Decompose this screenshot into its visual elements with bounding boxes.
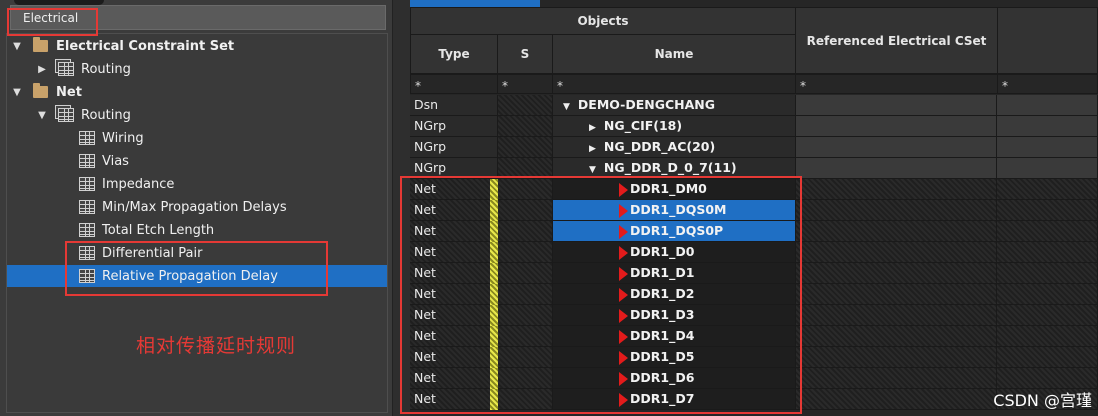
name-cell[interactable]: ▶ NG_DDR_AC(20) [553, 137, 796, 158]
name-cell[interactable]: ▶ NG_CIF(18) [553, 116, 796, 137]
name-filter[interactable]: * [552, 74, 796, 94]
ref-cset-cell[interactable] [796, 179, 997, 200]
tree-item[interactable]: Vias [7, 150, 387, 172]
worksheet-icon [79, 200, 95, 214]
expand-icon[interactable]: ▶ [589, 118, 596, 136]
tree-item[interactable]: Min/Max Propagation Delays [7, 196, 387, 218]
ref-cset-cell[interactable] [796, 200, 997, 221]
object-name: DEMO-DENGCHANG [577, 97, 715, 112]
tree-item[interactable]: ▼ Electrical Constraint Set [7, 35, 387, 57]
extra-filter[interactable]: * [997, 74, 1098, 94]
ref-cset-cell[interactable] [796, 221, 997, 242]
worksheet-tab[interactable] [410, 0, 540, 7]
ref-cset-cell[interactable] [796, 263, 997, 284]
s-cell[interactable] [498, 95, 553, 116]
ref-cset-cell[interactable] [796, 95, 997, 116]
worksheet-group-icon [58, 62, 74, 76]
expand-down-icon[interactable]: ▼ [11, 41, 23, 52]
ref-cset-column-header[interactable]: Referenced Electrical CSet [795, 7, 998, 74]
extra-cell[interactable] [997, 221, 1098, 242]
table-row[interactable]: NGrp ▶ NG_DDR_AC(20) [410, 137, 1098, 158]
tree-item-label: Min/Max Propagation Delays [102, 199, 287, 215]
ref-cset-cell[interactable] [796, 368, 997, 389]
constraint-tree-panel: Electrical ▼ Electrical Constraint Set ▶ Ro… [0, 0, 392, 416]
ref-cset-filter[interactable]: * [795, 74, 998, 94]
annotation-box-nets [400, 176, 802, 414]
object-name: NG_DDR_AC(20) [603, 139, 716, 154]
extra-cell[interactable] [997, 158, 1098, 179]
tree-item-label: Routing [81, 61, 131, 77]
folder-icon [33, 37, 48, 52]
tree-item[interactable]: ▼ Net [7, 81, 387, 103]
tree-item-label: Impedance [102, 176, 175, 192]
ref-cset-cell[interactable] [796, 158, 997, 179]
extra-cell[interactable] [997, 347, 1098, 368]
ref-cset-cell[interactable] [796, 305, 997, 326]
tree-item-label: Routing [81, 107, 131, 123]
extra-cell[interactable] [997, 116, 1098, 137]
worksheet-icon [79, 177, 95, 191]
worksheet-icon [79, 131, 95, 145]
extra-cell[interactable] [997, 305, 1098, 326]
tree-item[interactable]: Impedance [7, 173, 387, 195]
tree-item-label: Vias [102, 153, 129, 169]
ref-cset-cell[interactable] [796, 116, 997, 137]
tree-item-label: Total Etch Length [102, 222, 215, 238]
type-filter[interactable]: * [410, 74, 498, 94]
ref-cset-cell[interactable] [796, 284, 997, 305]
objects-header: Objects [410, 7, 796, 35]
tree-item-label: Net [56, 84, 82, 100]
annotation-box-electrical [7, 8, 98, 36]
expand-right-icon[interactable]: ▶ [36, 64, 48, 75]
collapse-icon[interactable]: ▼ [563, 97, 570, 115]
expand-down-icon[interactable]: ▼ [11, 87, 23, 98]
tree-item-label: Wiring [102, 130, 144, 146]
ref-cset-cell[interactable] [796, 347, 997, 368]
annotation-note: 相对传播延时规则 [136, 335, 297, 357]
worksheet-icon [79, 154, 95, 168]
tree-item[interactable]: ▶ Routing [7, 58, 387, 80]
tree-item[interactable]: Wiring [7, 127, 387, 149]
tree-item-label: Electrical Constraint Set [56, 38, 235, 54]
type-cell[interactable]: NGrp [410, 116, 498, 137]
worksheet-group-icon [58, 108, 74, 122]
worksheet-grid: Objects Type S Name Referenced Electrica… [400, 0, 1098, 416]
name-cell[interactable]: ▼ DEMO-DENGCHANG [553, 95, 796, 116]
extra-cell[interactable] [997, 284, 1098, 305]
table-row[interactable]: Dsn ▼ DEMO-DENGCHANG [410, 95, 1098, 116]
extra-cell[interactable] [997, 263, 1098, 284]
watermark: CSDN @宫瑾 [993, 391, 1092, 410]
s-filter[interactable]: * [497, 74, 553, 94]
s-cell[interactable] [498, 137, 553, 158]
worksheet-icon [79, 223, 95, 237]
expand-icon[interactable]: ▶ [589, 139, 596, 157]
annotation-box-relative-delay [65, 241, 328, 296]
ref-cset-cell[interactable] [796, 137, 997, 158]
tree-item[interactable]: Total Etch Length [7, 219, 387, 241]
extra-cell[interactable] [997, 368, 1098, 389]
type-cell[interactable]: NGrp [410, 137, 498, 158]
s-column-header[interactable]: S [497, 34, 553, 74]
ref-cset-cell[interactable] [796, 326, 997, 347]
folder-icon [33, 83, 48, 98]
table-row[interactable]: NGrp ▶ NG_CIF(18) [410, 116, 1098, 137]
object-name: NG_DDR_D_0_7(11) [603, 160, 737, 175]
object-name: NG_CIF(18) [603, 118, 683, 133]
extra-cell[interactable] [997, 179, 1098, 200]
name-column-header[interactable]: Name [552, 34, 796, 74]
expand-down-icon[interactable]: ▼ [36, 110, 48, 121]
tree-item[interactable]: ▼ Routing [7, 104, 387, 126]
extra-cell[interactable] [997, 242, 1098, 263]
extra-cell[interactable] [997, 137, 1098, 158]
extra-cell[interactable] [997, 326, 1098, 347]
type-column-header[interactable]: Type [410, 34, 498, 74]
extra-cell[interactable] [997, 200, 1098, 221]
s-cell[interactable] [498, 116, 553, 137]
ref-cset-cell[interactable] [796, 242, 997, 263]
extra-cell[interactable] [997, 95, 1098, 116]
type-cell[interactable]: Dsn [410, 95, 498, 116]
extra-column-header[interactable] [997, 7, 1098, 74]
ref-cset-cell[interactable] [796, 389, 997, 410]
